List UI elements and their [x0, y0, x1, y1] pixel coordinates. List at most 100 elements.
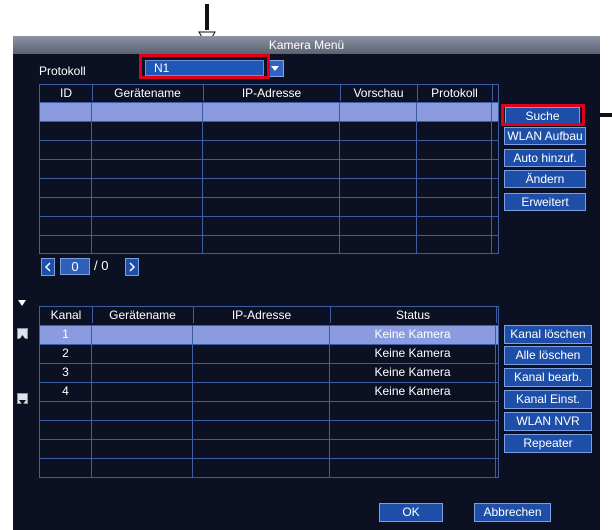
channel-number: 4 — [40, 383, 92, 401]
move-down-button[interactable] — [17, 393, 28, 405]
delete-channel-button[interactable]: Kanal löschen — [504, 325, 592, 344]
channel-table-row[interactable]: 2 Keine Kamera — [40, 344, 498, 363]
table-cell — [92, 179, 203, 197]
channel-header-cell: Status — [330, 307, 497, 323]
table-cell — [92, 326, 193, 344]
page-prev-button[interactable] — [41, 258, 55, 276]
table-cell — [92, 122, 203, 140]
table-cell — [40, 421, 92, 439]
camera-table-row[interactable] — [40, 216, 498, 235]
table-cell — [417, 160, 492, 178]
table-cell — [417, 236, 492, 254]
protocol-label: Protokoll — [39, 64, 86, 78]
channel-table-row[interactable] — [40, 420, 498, 439]
channel-header-cell: Kanal — [40, 307, 93, 323]
channel-status: Keine Kamera — [330, 326, 496, 344]
arrow-up-icon — [19, 335, 26, 340]
table-cell — [417, 198, 492, 216]
page-number-input[interactable]: 0 — [60, 258, 90, 275]
ok-button[interactable]: OK — [379, 503, 443, 522]
table-cell — [203, 103, 340, 121]
table-cell — [92, 236, 203, 254]
table-cell — [92, 198, 203, 216]
move-up-button[interactable] — [17, 328, 28, 340]
edit-channel-button[interactable]: Kanal bearb. — [504, 368, 592, 387]
collapse-triangle-icon[interactable] — [17, 299, 27, 307]
camera-table-row[interactable] — [40, 121, 498, 140]
wlan-nvr-button[interactable]: WLAN NVR — [504, 412, 592, 431]
channel-table-row[interactable]: 3 Keine Kamera — [40, 363, 498, 382]
table-cell — [193, 383, 330, 401]
table-cell — [92, 402, 193, 420]
table-cell — [40, 459, 92, 477]
channel-table-row[interactable] — [40, 401, 498, 420]
camera-table: ID Gerätename IP-Adresse Vorschau Protokoll — [39, 84, 499, 254]
camera-table-row[interactable] — [40, 159, 498, 178]
channel-status: Keine Kamera — [330, 345, 496, 363]
camera-header-cell: Vorschau — [340, 85, 418, 101]
channel-table-row[interactable]: 4 Keine Kamera — [40, 382, 498, 401]
camera-table-row[interactable] — [40, 140, 498, 159]
table-cell — [340, 236, 417, 254]
camera-table-row[interactable] — [40, 102, 498, 121]
table-cell — [193, 459, 330, 477]
channel-table-row[interactable] — [40, 458, 498, 477]
table-cell — [40, 217, 92, 235]
table-cell — [340, 217, 417, 235]
table-cell — [40, 402, 92, 420]
wlan-setup-button[interactable]: WLAN Aufbau — [504, 127, 586, 145]
table-cell — [193, 364, 330, 382]
table-cell — [92, 459, 193, 477]
channel-table-row[interactable]: 1 Keine Kamera — [40, 325, 498, 344]
channel-status: Keine Kamera — [330, 383, 496, 401]
annotation-highlight-search — [501, 104, 585, 126]
channel-number: 1 — [40, 326, 92, 344]
table-cell — [330, 402, 496, 420]
camera-header-cell: Protokoll — [417, 85, 493, 101]
table-cell — [330, 459, 496, 477]
table-cell — [340, 160, 417, 178]
table-cell — [92, 364, 193, 382]
auto-add-button[interactable]: Auto hinzuf. — [504, 149, 586, 167]
table-cell — [417, 217, 492, 235]
camera-table-row[interactable] — [40, 197, 498, 216]
advanced-button[interactable]: Erweitert — [504, 193, 586, 211]
table-cell — [203, 160, 340, 178]
channel-settings-button[interactable]: Kanal Einst. — [504, 390, 592, 409]
arrow-down-icon — [19, 400, 26, 405]
table-cell — [330, 421, 496, 439]
channel-status: Keine Kamera — [330, 364, 496, 382]
channel-table: Kanal Gerätename IP-Adresse Status 1 Keine Ka… — [39, 306, 499, 478]
page-total: / 0 — [94, 258, 109, 273]
edit-button[interactable]: Ändern — [504, 170, 586, 188]
table-cell — [417, 103, 492, 121]
table-cell — [92, 103, 203, 121]
channel-number: 2 — [40, 345, 92, 363]
page-next-button[interactable] — [125, 258, 139, 276]
table-cell — [92, 217, 203, 235]
camera-header-cell: ID — [40, 85, 93, 101]
table-cell — [193, 421, 330, 439]
camera-table-row[interactable] — [40, 178, 498, 197]
table-cell — [92, 383, 193, 401]
delete-all-button[interactable]: Alle löschen — [504, 346, 592, 365]
repeater-button[interactable]: Repeater — [504, 434, 592, 453]
channel-table-row[interactable] — [40, 439, 498, 458]
table-cell — [203, 198, 340, 216]
table-cell — [203, 236, 340, 254]
table-cell — [92, 160, 203, 178]
camera-table-row[interactable] — [40, 235, 498, 254]
table-cell — [203, 122, 340, 140]
table-cell — [417, 122, 492, 140]
table-cell — [92, 141, 203, 159]
camera-table-header: ID Gerätename IP-Adresse Vorschau Protokoll — [40, 85, 498, 102]
cancel-button[interactable]: Abbrechen — [474, 503, 551, 522]
table-cell — [40, 141, 92, 159]
table-cell — [417, 141, 492, 159]
table-cell — [92, 345, 193, 363]
table-cell — [193, 402, 330, 420]
table-cell — [340, 103, 417, 121]
table-cell — [40, 198, 92, 216]
table-cell — [40, 103, 92, 121]
table-cell — [203, 141, 340, 159]
